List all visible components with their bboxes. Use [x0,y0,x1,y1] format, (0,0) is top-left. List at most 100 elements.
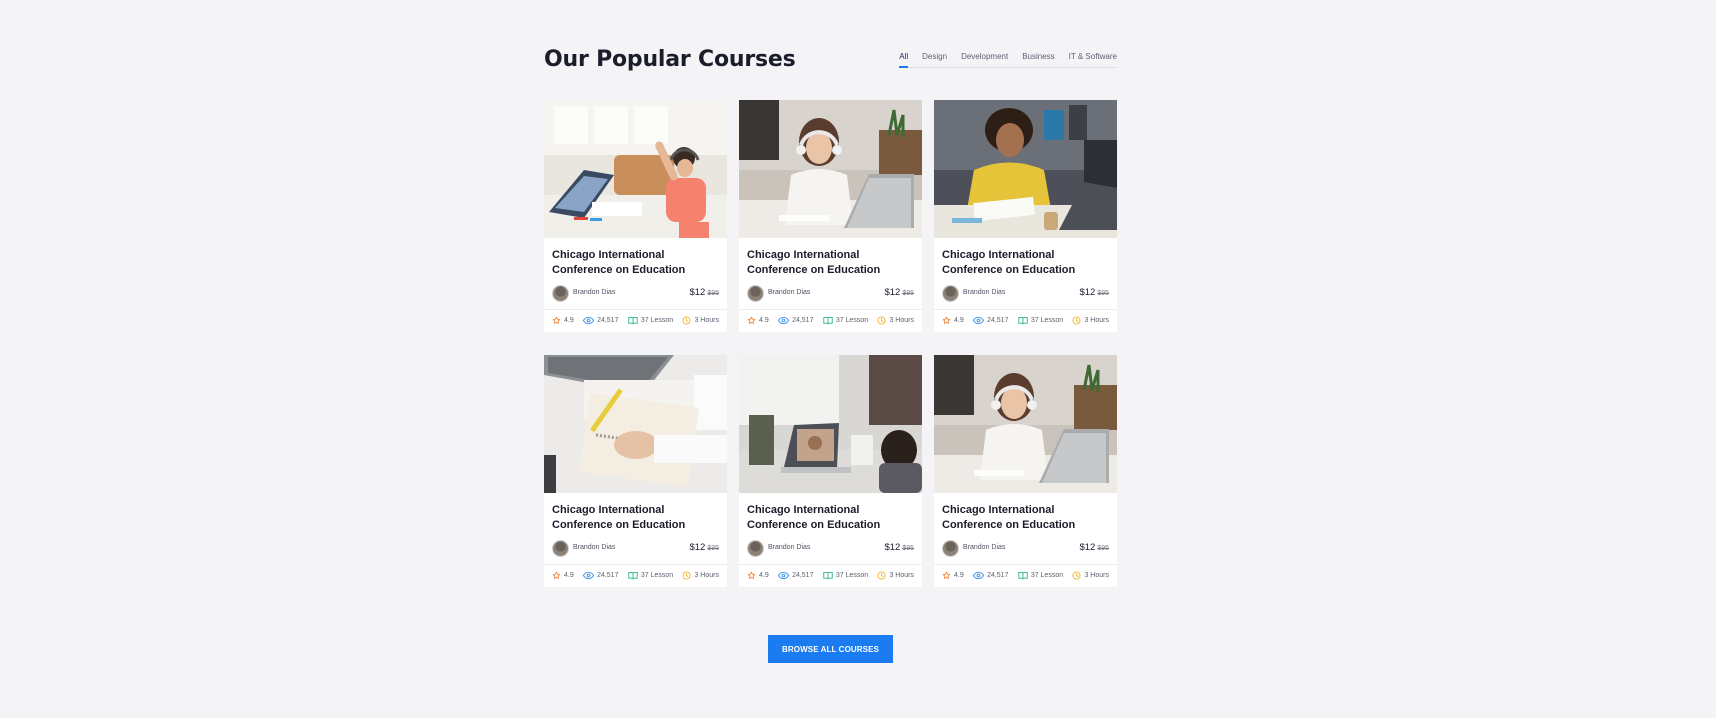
old-price: $95 [1097,545,1109,552]
author-name[interactable]: Brandon Dias [768,544,810,551]
course-meta: Brandon Dias $12 $95 [942,539,1109,557]
clock-icon [877,570,889,580]
avatar [747,540,764,557]
star-icon [552,316,564,325]
views-value: 24,517 [597,316,619,324]
star-icon [552,571,564,580]
current-price: $12 [1079,542,1096,553]
author-name[interactable]: Brandon Dias [963,544,1005,551]
duration-stat: 3 Hours [1072,570,1109,580]
section-title: Our Popular Courses [544,47,796,72]
lessons-value: 37 Lesson [835,571,869,579]
old-price: $95 [707,290,719,297]
course-price: $12 $95 [1079,542,1109,553]
current-price: $12 [689,542,706,553]
rating-stat: 4.9 [552,571,574,580]
course-thumbnail[interactable] [934,355,1117,493]
course-card[interactable]: Chicago International Conference on Educ… [739,100,922,332]
book-icon [823,571,836,580]
clock-icon [1072,570,1084,580]
book-icon [1018,571,1031,580]
lessons-stat: 37 Lesson [823,316,868,325]
divider [934,309,1117,310]
course-card[interactable]: Chicago International Conference on Educ… [934,100,1117,332]
current-price: $12 [884,542,901,553]
course-title[interactable]: Chicago International Conference on Educ… [747,248,917,278]
views-value: 24,517 [792,316,814,324]
views-stat: 24,517 [973,571,1008,580]
tab-design[interactable]: Design [922,52,947,67]
views-value: 24,517 [792,571,814,579]
course-title[interactable]: Chicago International Conference on Educ… [552,248,722,278]
course-stats: 4.9 24,517 37 Lesson 3 Hours [552,569,719,581]
star-icon [747,316,759,325]
browse-all-courses-button[interactable]: BROWSE ALL COURSES [768,635,893,663]
course-thumbnail[interactable] [739,100,922,238]
avatar [942,540,959,557]
course-card[interactable]: Chicago International Conference on Educ… [739,355,922,587]
rating-stat: 4.9 [747,316,769,325]
views-value: 24,517 [987,316,1009,324]
author-name[interactable]: Brandon Dias [963,289,1005,296]
course-title[interactable]: Chicago International Conference on Educ… [942,248,1112,278]
course-title[interactable]: Chicago International Conference on Educ… [552,503,722,533]
rating-value: 4.9 [954,316,964,324]
course-card[interactable]: Chicago International Conference on Educ… [544,355,727,587]
course-thumbnail[interactable] [544,355,727,493]
eye-icon [778,316,792,325]
divider [934,564,1117,565]
rating-stat: 4.9 [552,316,574,325]
lessons-stat: 37 Lesson [823,571,868,580]
lessons-stat: 37 Lesson [628,316,673,325]
divider [544,309,727,310]
tab-it-software[interactable]: IT & Software [1069,52,1117,67]
divider [544,564,727,565]
lessons-stat: 37 Lesson [1018,571,1063,580]
course-stats: 4.9 24,517 37 Lesson 3 Hours [942,569,1109,581]
lessons-value: 37 Lesson [1030,316,1064,324]
avatar [747,285,764,302]
course-meta: Brandon Dias $12 $95 [747,539,914,557]
rating-stat: 4.9 [942,571,964,580]
views-stat: 24,517 [583,316,618,325]
course-meta: Brandon Dias $12 $95 [552,284,719,302]
course-stats: 4.9 24,517 37 Lesson 3 Hours [942,314,1109,326]
author-name[interactable]: Brandon Dias [573,289,615,296]
duration-value: 3 Hours [889,316,914,324]
duration-stat: 3 Hours [682,315,719,325]
views-stat: 24,517 [973,316,1008,325]
duration-value: 3 Hours [889,571,914,579]
rating-value: 4.9 [759,316,769,324]
course-card[interactable]: Chicago International Conference on Educ… [934,355,1117,587]
rating-value: 4.9 [954,571,964,579]
category-tabs: All Design Development Business IT & Sof… [899,52,1117,68]
course-title[interactable]: Chicago International Conference on Educ… [942,503,1112,533]
current-price: $12 [689,287,706,298]
eye-icon [778,571,792,580]
star-icon [942,316,954,325]
course-price: $12 $95 [689,287,719,298]
course-thumbnail[interactable] [544,100,727,238]
tab-business[interactable]: Business [1022,52,1054,67]
tab-all[interactable]: All [899,52,908,68]
author-name[interactable]: Brandon Dias [573,544,615,551]
course-card[interactable]: Chicago International Conference on Educ… [544,100,727,332]
course-stats: 4.9 24,517 37 Lesson 3 Hours [747,569,914,581]
book-icon [628,316,641,325]
avatar [552,540,569,557]
lessons-value: 37 Lesson [1030,571,1064,579]
clock-icon [682,570,694,580]
eye-icon [583,316,597,325]
author-name[interactable]: Brandon Dias [768,289,810,296]
course-title[interactable]: Chicago International Conference on Educ… [747,503,917,533]
old-price: $95 [902,545,914,552]
course-thumbnail[interactable] [934,100,1117,238]
duration-stat: 3 Hours [1072,315,1109,325]
eye-icon [583,571,597,580]
tab-development[interactable]: Development [961,52,1008,67]
views-value: 24,517 [987,571,1009,579]
duration-value: 3 Hours [694,571,719,579]
course-thumbnail[interactable] [739,355,922,493]
rating-stat: 4.9 [942,316,964,325]
rating-value: 4.9 [759,571,769,579]
